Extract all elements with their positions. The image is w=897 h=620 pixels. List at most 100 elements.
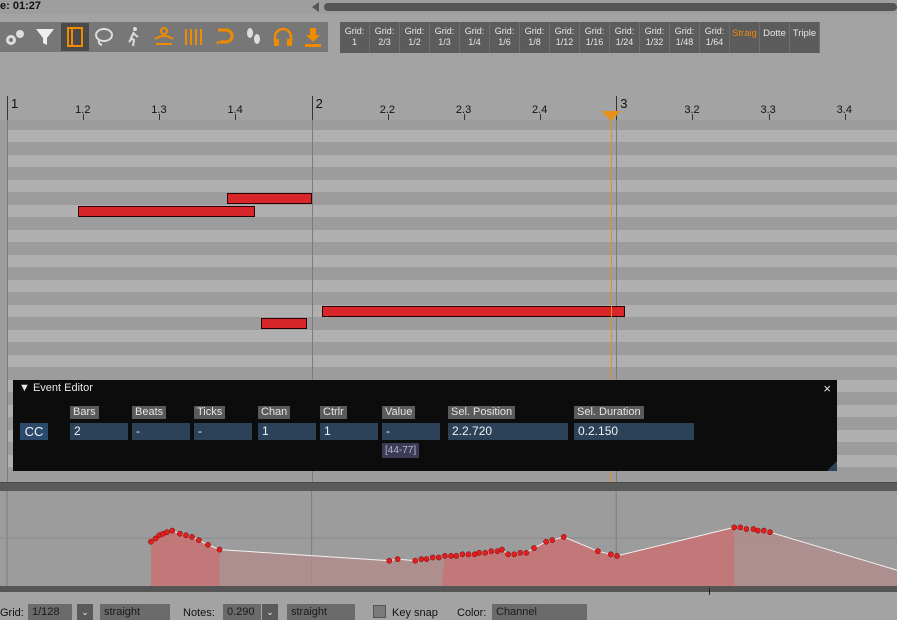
grid-button-value: 1 xyxy=(351,37,357,47)
grid-button[interactable]: Grid: 1/8 xyxy=(520,22,549,53)
notes-value-field[interactable]: 0.290 xyxy=(223,604,261,620)
event-editor-field[interactable]: 0.2.150 xyxy=(574,423,694,440)
event-editor-field[interactable]: 1 xyxy=(258,423,316,440)
event-type-field[interactable]: CC xyxy=(20,423,48,440)
ruler-label: 1.3 xyxy=(151,104,167,116)
tool-button-2[interactable] xyxy=(60,23,89,51)
cc-point xyxy=(169,527,176,534)
cc-point xyxy=(453,553,460,559)
cc-point xyxy=(412,557,419,564)
cc-area-section xyxy=(150,530,220,586)
tool-button-3[interactable] xyxy=(90,23,118,51)
tool-button-4[interactable] xyxy=(120,23,148,51)
tool-button-9[interactable] xyxy=(269,23,297,51)
grid-buttons: Grid: 1 Grid: 2/3 Grid: 1/2 Grid: 1/3 Grid: 1/4 Gr… xyxy=(340,22,820,53)
midi-note[interactable] xyxy=(260,318,308,329)
scrollbar-thumb[interactable] xyxy=(324,3,897,11)
pitch-row xyxy=(8,142,897,154)
pitch-row xyxy=(8,242,897,254)
color-mode-field[interactable]: Channel xyxy=(492,604,587,620)
cc-point xyxy=(754,527,761,534)
grid-button[interactable]: Grid: 1/16 xyxy=(580,22,609,53)
grid-button[interactable]: Grid: 1/48 xyxy=(670,22,699,53)
grid-button[interactable]: Grid: 1/3 xyxy=(430,22,459,53)
midi-note[interactable] xyxy=(322,305,626,317)
event-editor-title[interactable]: ▼ Event Editor xyxy=(19,382,93,394)
cc-point xyxy=(731,524,738,531)
pitch-row xyxy=(8,367,897,379)
cc-point xyxy=(386,557,393,564)
tool-button-6[interactable] xyxy=(180,23,208,51)
playhead-marker-icon[interactable] xyxy=(600,111,621,121)
pitch-row xyxy=(8,120,897,129)
event-editor-field[interactable]: - xyxy=(382,423,440,440)
notes-label: Notes: xyxy=(183,607,215,619)
notes-dropdown-icon[interactable]: ⌄ xyxy=(262,604,278,620)
event-editor-header: Sel. Duration xyxy=(574,406,644,419)
ruler-label: 1 xyxy=(11,96,19,111)
grid-button-label: Grid: xyxy=(614,26,635,36)
cc-point xyxy=(216,546,223,553)
grid-button[interactable]: Grid: 1/64 xyxy=(700,22,729,53)
grid-button[interactable]: Grid: 1/6 xyxy=(490,22,519,53)
event-editor-header: Beats xyxy=(132,406,167,419)
filter-icon xyxy=(35,29,54,45)
grid-button[interactable]: Grid: 2/3 xyxy=(370,22,399,53)
cc-point xyxy=(423,556,430,562)
close-icon[interactable]: × xyxy=(823,381,831,396)
event-editor-field[interactable]: 2.2.720 xyxy=(448,423,568,440)
cc-point xyxy=(177,530,183,537)
tool-button-5[interactable] xyxy=(150,23,178,51)
midi-note[interactable] xyxy=(77,205,256,217)
cc-point xyxy=(767,529,773,536)
cc-point xyxy=(531,545,537,551)
grid-button[interactable]: Grid: 1/4 xyxy=(460,22,489,53)
grid-button-label: Grid: xyxy=(344,26,365,36)
timeline-ruler[interactable]: 1 1.2 1.3 1.4 2 2.2 2.3 2.4 3 3.2 3.3 3.4 xyxy=(0,90,897,120)
event-editor-field[interactable]: - xyxy=(194,423,252,440)
pitch-row xyxy=(8,292,897,304)
event-editor-field[interactable]: 2 xyxy=(70,423,128,440)
event-editor-field[interactable]: 1 xyxy=(320,423,378,440)
grid-mode-button[interactable]: Triple xyxy=(790,22,819,53)
grid-button[interactable]: Grid: 1/12 xyxy=(550,22,579,53)
tool-button-0[interactable] xyxy=(1,23,29,51)
tool-button-8[interactable] xyxy=(239,23,267,51)
cc-point xyxy=(205,541,211,548)
grid-value-field[interactable]: 1/128 xyxy=(28,604,72,620)
grid-mode-field[interactable]: straight xyxy=(100,604,170,620)
grid-dropdown-icon[interactable]: ⌄ xyxy=(77,604,93,620)
lasso-icon xyxy=(95,28,114,46)
grid-button-label: Grid: xyxy=(644,26,665,36)
headphones-icon xyxy=(273,27,293,46)
grid-button[interactable]: Grid: 1/24 xyxy=(610,22,639,53)
pitch-row xyxy=(8,267,897,279)
ruler-label: 3.3 xyxy=(760,104,776,116)
scroll-left-arrow-icon[interactable] xyxy=(312,2,319,12)
tool-button-10[interactable] xyxy=(299,23,327,51)
cc-lane[interactable] xyxy=(0,491,897,586)
grid-button[interactable]: Grid: 1/32 xyxy=(640,22,669,53)
tool-button-1[interactable] xyxy=(31,23,59,51)
cc-point xyxy=(482,549,489,556)
grid-button-value: 2/3 xyxy=(378,37,391,47)
midi-note[interactable] xyxy=(227,193,313,204)
notes-mode-field[interactable]: straight xyxy=(287,604,355,620)
grid-mode-button[interactable]: Dotte xyxy=(760,22,789,53)
link-icon xyxy=(154,27,174,45)
event-editor-field[interactable]: - xyxy=(132,423,190,440)
cc-point xyxy=(435,554,442,561)
tool-button-7[interactable] xyxy=(210,23,238,51)
ruler-tick xyxy=(7,96,8,120)
grid-mode-button[interactable]: Straig xyxy=(730,22,759,53)
grid-button-value: 1/6 xyxy=(498,37,511,47)
steps-icon xyxy=(247,28,261,44)
grid-button[interactable]: Grid: 1/2 xyxy=(400,22,429,53)
resize-grip-icon[interactable] xyxy=(827,461,837,471)
ruler-label: 2.3 xyxy=(455,104,472,116)
grid-button-value: 1/32 xyxy=(645,37,664,47)
grid-button[interactable]: Grid: 1 xyxy=(340,22,369,53)
grid-button-label: Grid: xyxy=(524,26,545,36)
horizontal-scrollbar[interactable] xyxy=(310,0,897,14)
key-snap-checkbox[interactable] xyxy=(373,605,386,618)
